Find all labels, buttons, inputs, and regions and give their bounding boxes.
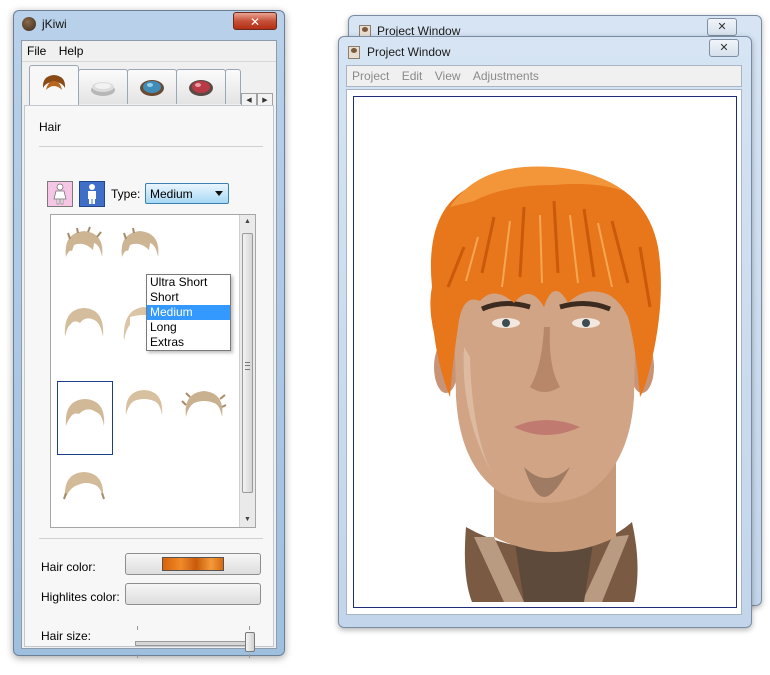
divider	[39, 538, 263, 539]
hairstyle-thumbnail[interactable]	[117, 373, 173, 447]
tab-hair[interactable]	[29, 65, 79, 106]
menu-edit[interactable]: Edit	[397, 66, 427, 83]
scroll-down-icon[interactable]: ▼	[240, 513, 255, 527]
menu-adjustments[interactable]: Adjustments	[468, 66, 543, 83]
close-button[interactable]: ✕	[707, 18, 737, 36]
menu-help[interactable]: Help	[54, 41, 88, 58]
scroll-thumb[interactable]	[242, 233, 253, 493]
tab-blush[interactable]	[176, 69, 226, 104]
project-menu-bar: Project Edit View Adjustments	[346, 65, 742, 87]
tab-face-powder[interactable]	[78, 69, 128, 104]
hairstyle-icon	[181, 391, 227, 417]
close-button[interactable]: ✕	[709, 39, 739, 57]
slider-tick	[137, 626, 138, 630]
blush-icon	[189, 80, 213, 96]
face-powder-icon	[91, 82, 115, 96]
menu-view[interactable]: View	[430, 66, 465, 83]
hair-color-button[interactable]	[125, 553, 261, 575]
slider-tick	[137, 654, 138, 658]
hairstyle-thumbnail[interactable]	[57, 291, 113, 365]
male-button[interactable]	[79, 181, 105, 207]
project-content	[346, 89, 742, 615]
hairstyle-icon	[64, 308, 104, 337]
female-icon	[53, 183, 67, 205]
project-window-title: Project Window	[367, 45, 451, 59]
female-button[interactable]	[47, 181, 73, 207]
portrait-icon	[348, 46, 360, 59]
highlights-color-label: Highlites color:	[41, 590, 120, 604]
tab-eyeshadow[interactable]	[127, 69, 177, 104]
type-dropdown-list: Ultra Short Short Medium Long Extras	[146, 274, 231, 351]
type-label: Type:	[111, 187, 141, 201]
type-option-long[interactable]: Long	[147, 320, 230, 335]
tab-overflow[interactable]	[225, 69, 241, 104]
portrait-image	[430, 166, 661, 602]
app-icon	[22, 17, 36, 31]
hairstyle-icon	[121, 227, 159, 257]
close-button[interactable]: ✕	[233, 12, 277, 30]
type-dropdown[interactable]: Medium	[145, 183, 229, 204]
hairstyle-icon	[65, 399, 105, 426]
project-window-front[interactable]: Project Window ✕ Project Edit View Adjus…	[338, 36, 752, 628]
hairstyle-gallery: ▲ ▼	[50, 214, 256, 528]
client-area: File Help ◀ ▶ Hair Type: Medium ▲ ▼ Ultr…	[21, 40, 277, 658]
type-option-short[interactable]: Short	[147, 290, 230, 305]
hairstyle-thumbnail-selected[interactable]	[57, 381, 113, 455]
grip-icon	[245, 362, 250, 370]
hairstyle-icon	[125, 390, 163, 415]
hair-panel: Hair Type: Medium ▲ ▼ Ultra Short Short …	[24, 105, 274, 658]
menu-file[interactable]: File	[22, 41, 50, 58]
slider-tick	[249, 654, 250, 658]
hair-icon	[42, 75, 66, 90]
jkiwi-window: jKiwi ✕ File Help ◀ ▶ Hair Type: Medium …	[13, 10, 285, 658]
hair-size-slider-thumb[interactable]	[245, 632, 255, 652]
male-icon	[88, 184, 96, 204]
hair-color-swatch	[162, 557, 224, 571]
hairstyle-icon	[65, 226, 103, 257]
type-option-medium[interactable]: Medium	[147, 305, 230, 320]
hair-size-slider[interactable]	[135, 641, 253, 646]
divider	[39, 146, 263, 147]
type-dropdown-value: Medium	[150, 187, 193, 201]
scroll-up-icon[interactable]: ▲	[240, 215, 255, 229]
menu-bar: File Help	[22, 41, 276, 62]
chevron-down-icon	[215, 191, 223, 196]
slider-tick	[249, 626, 250, 630]
hair-color-label: Hair color:	[41, 560, 96, 574]
section-title: Hair	[39, 120, 62, 134]
gallery-scrollbar[interactable]: ▲ ▼	[239, 215, 255, 527]
hairstyle-thumbnail[interactable]	[57, 215, 113, 289]
eyeshadow-icon	[140, 80, 164, 96]
type-option-extras[interactable]: Extras	[147, 335, 230, 350]
hairstyle-icon	[63, 472, 105, 500]
highlights-color-button[interactable]	[125, 583, 261, 605]
type-option-ultra-short[interactable]: Ultra Short	[147, 275, 230, 290]
hairstyle-thumbnail[interactable]	[57, 455, 113, 529]
hairstyle-thumbnail[interactable]	[177, 373, 233, 447]
hair-size-label: Hair size:	[41, 629, 92, 643]
photo-canvas[interactable]	[353, 96, 737, 608]
window-title: jKiwi	[42, 17, 67, 31]
menu-project[interactable]: Project	[347, 66, 393, 83]
title-bar[interactable]: jKiwi ✕	[14, 11, 284, 37]
tool-tabs: ◀ ▶	[22, 63, 276, 109]
